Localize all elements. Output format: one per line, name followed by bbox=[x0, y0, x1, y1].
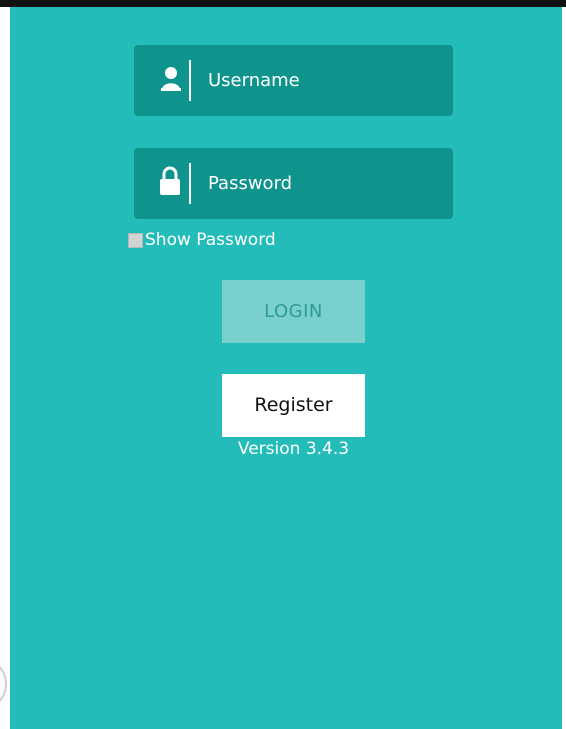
username-divider bbox=[189, 60, 191, 101]
show-password-checkbox[interactable] bbox=[128, 232, 143, 248]
username-field[interactable]: Username bbox=[134, 45, 453, 116]
password-input[interactable]: Password bbox=[208, 148, 292, 219]
show-password-row[interactable]: Show Password bbox=[128, 229, 276, 251]
password-divider bbox=[189, 163, 191, 204]
lock-icon bbox=[160, 166, 180, 195]
partial-circle-decoration bbox=[0, 665, 7, 703]
show-password-label: Show Password bbox=[145, 230, 276, 250]
version-label: Version 3.4.3 bbox=[237, 439, 350, 459]
user-icon bbox=[161, 67, 181, 91]
top-border bbox=[0, 0, 566, 7]
username-input[interactable]: Username bbox=[208, 45, 300, 116]
right-edge bbox=[562, 7, 566, 729]
password-field[interactable]: Password bbox=[134, 148, 453, 219]
register-button[interactable]: Register bbox=[222, 374, 365, 437]
login-screen: Username Password Show Password LOGIN Re… bbox=[10, 7, 562, 729]
login-button[interactable]: LOGIN bbox=[222, 280, 365, 343]
